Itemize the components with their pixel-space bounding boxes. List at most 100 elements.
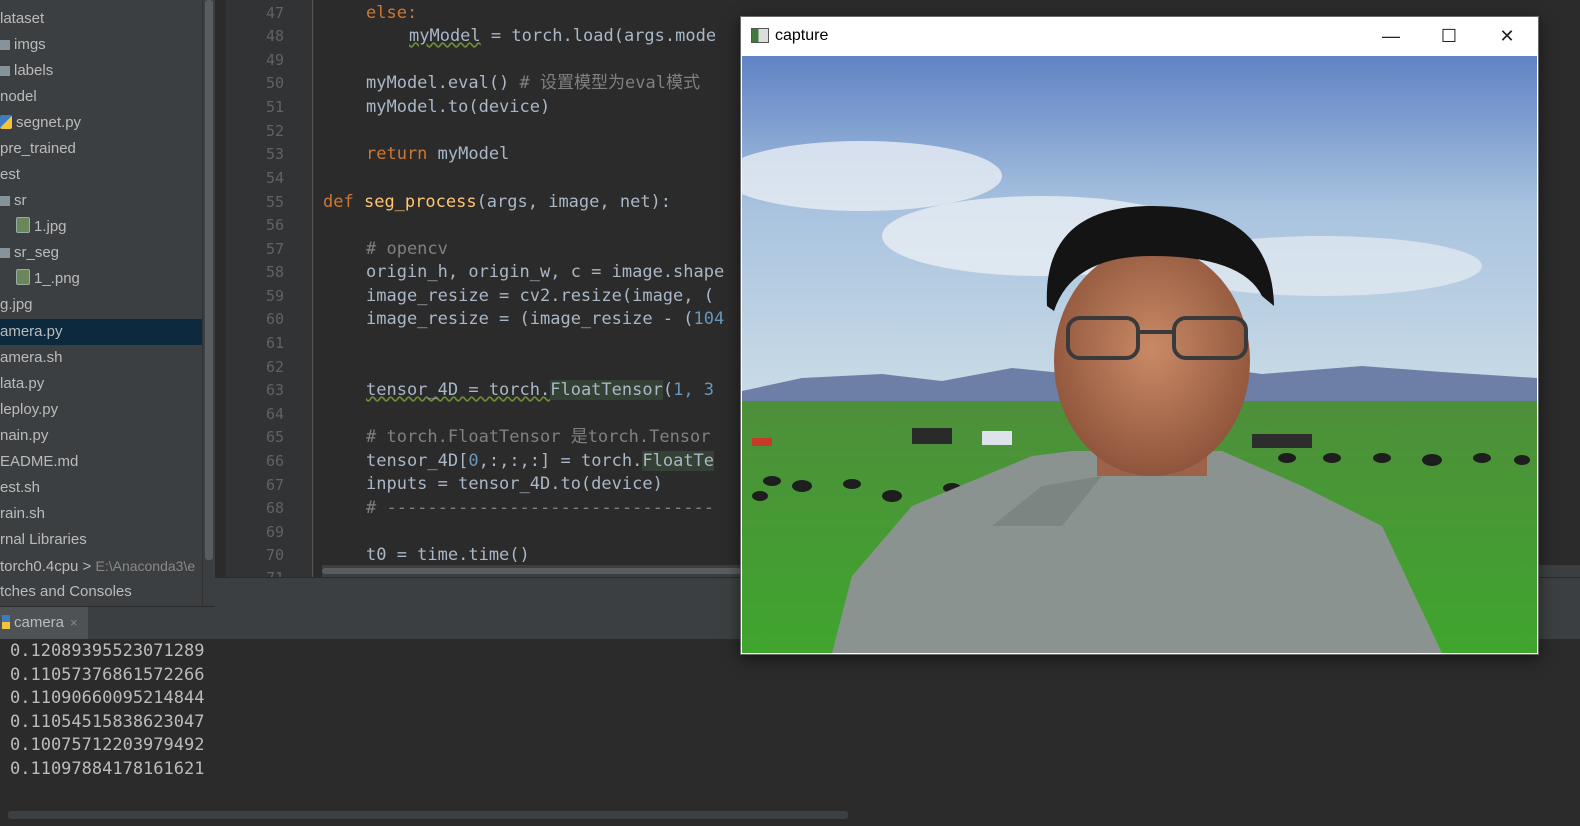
tree-item-1-png[interactable]: 1_.png: [16, 266, 80, 292]
python-file-icon: [0, 115, 12, 129]
capture-window[interactable]: capture — ☐ ✕: [740, 16, 1539, 655]
editor-scroll-thumb[interactable]: [322, 568, 742, 574]
close-tab-icon[interactable]: ×: [70, 615, 78, 630]
line-number: 70: [265, 546, 284, 564]
tree-item-main-py[interactable]: nain.py: [0, 423, 48, 449]
tree-item-scratches[interactable]: tches and Consoles: [0, 579, 132, 605]
line-number: 53: [265, 145, 284, 163]
close-button[interactable]: ✕: [1478, 17, 1536, 55]
window-title: capture: [775, 27, 829, 44]
code-line: inputs = tensor_4D.to(device): [366, 474, 663, 494]
minimize-button[interactable]: —: [1362, 17, 1420, 55]
code-line: tensor_4D = torch.FloatTensor(1, 3: [366, 380, 715, 400]
console-line: 0.11090660095214844: [10, 688, 205, 708]
tree-item-data-py[interactable]: lata.py: [0, 371, 44, 397]
tree-scrollbar[interactable]: [202, 0, 215, 606]
line-number: 62: [265, 358, 284, 376]
line-number: 59: [265, 287, 284, 305]
code-line: return myModel: [366, 144, 510, 164]
editor-gutter: 47 48 49 50 51 52 53 54 55 56 57 58 59 6…: [226, 0, 314, 587]
tree-item-test-sh[interactable]: est.sh: [0, 475, 40, 501]
line-number: 58: [265, 263, 284, 281]
tree-item-camera-sh[interactable]: amera.sh: [0, 345, 63, 371]
run-console[interactable]: 0.12089395523071289 0.11057376861572266 …: [0, 639, 1580, 826]
run-tab-camera[interactable]: camera ×: [0, 607, 88, 639]
console-scrollbar[interactable]: [8, 811, 848, 819]
tree-item-imgs[interactable]: imgs: [0, 32, 46, 58]
folder-icon: [0, 248, 10, 258]
tree-item-1-jpg[interactable]: 1.jpg: [16, 214, 67, 240]
tent: [1252, 434, 1312, 448]
camera-frame-image: [742, 56, 1537, 653]
code-line: def seg_process(args, image, net):: [323, 192, 672, 212]
line-number: 54: [265, 169, 284, 187]
line-number: 49: [265, 51, 284, 69]
capture-titlebar[interactable]: capture — ☐ ✕: [741, 17, 1538, 55]
python-icon: [2, 615, 10, 629]
line-number: 61: [265, 334, 284, 352]
line-number: 69: [265, 523, 284, 541]
code-line: t0 = time.time(): [366, 545, 530, 565]
tree-item-test[interactable]: est: [0, 162, 20, 188]
line-number: 47: [265, 4, 284, 22]
folder-icon: [0, 66, 10, 76]
flag: [752, 438, 772, 446]
console-line: 0.11054515838623047: [10, 712, 205, 732]
console-line: 0.11057376861572266: [10, 665, 205, 685]
tree-item-deploy-py[interactable]: leploy.py: [0, 397, 58, 423]
line-number: 68: [265, 499, 284, 517]
code-line: # opencv: [366, 239, 448, 259]
tree-item-model[interactable]: nodel: [0, 84, 37, 110]
tree-item-dataset[interactable]: lataset: [0, 6, 44, 32]
console-line: 0.11097884178161621: [10, 759, 205, 779]
tree-item-torch-env[interactable]: torch0.4cpu > E:\Anaconda3\e: [0, 553, 195, 579]
tree-item-camera-py[interactable]: amera.py: [0, 319, 215, 345]
code-line: # torch.FloatTensor 是torch.Tensor: [366, 427, 711, 447]
tree-item-train-sh[interactable]: rain.sh: [0, 501, 45, 527]
tree-item-sr-seg[interactable]: sr_seg: [0, 240, 59, 266]
folder-icon: [0, 40, 10, 50]
code-line: myModel = torch.load(args.mode: [409, 26, 717, 46]
line-number: 52: [265, 122, 284, 140]
tree-item-segnet-py[interactable]: segnet.py: [0, 110, 81, 136]
tree-item-sr[interactable]: sr: [0, 188, 27, 214]
project-tree: lataset imgs labels nodel segnet.py pre_…: [0, 0, 215, 606]
line-number: 50: [265, 74, 284, 92]
line-number: 65: [265, 428, 284, 446]
line-number: 64: [265, 405, 284, 423]
code-line: else:: [366, 3, 418, 23]
code-line: image_resize = (image_resize - (104: [366, 309, 725, 329]
line-number: 66: [265, 452, 284, 470]
image-file-icon: [16, 217, 30, 233]
folder-icon: [0, 196, 10, 206]
line-number: 56: [265, 216, 284, 234]
line-number: 55: [265, 193, 284, 211]
code-line: myModel.to(device): [366, 97, 551, 117]
line-number: 57: [265, 240, 284, 258]
window-app-icon: [751, 28, 769, 43]
line-number: 60: [265, 310, 284, 328]
console-line: 0.10075712203979492: [10, 735, 205, 755]
segmented-photo: [742, 56, 1537, 653]
line-number: 48: [265, 27, 284, 45]
tent: [982, 431, 1012, 445]
tree-item-labels[interactable]: labels: [0, 58, 53, 84]
line-number: 67: [265, 476, 284, 494]
tree-scroll-thumb[interactable]: [205, 0, 213, 560]
code-line: tensor_4D[0,:,:,:] = torch.FloatTe: [366, 451, 715, 471]
line-number: 63: [265, 381, 284, 399]
tent: [912, 428, 952, 444]
image-file-icon: [16, 269, 30, 285]
gutter-divider: [312, 0, 313, 577]
code-line: image_resize = cv2.resize(image, (: [366, 286, 714, 306]
tree-item-readme-md[interactable]: EADME.md: [0, 449, 78, 475]
code-line: myModel.eval() # 设置模型为eval模式: [366, 73, 700, 93]
tree-item-external-libraries[interactable]: rnal Libraries: [0, 527, 87, 553]
tree-item-bg-jpg[interactable]: g.jpg: [0, 292, 33, 318]
tree-item-pre-trained[interactable]: pre_trained: [0, 136, 76, 162]
person-face: [1054, 246, 1250, 476]
code-line: # --------------------------------: [366, 498, 714, 518]
code-line: origin_h, origin_w, c = image.shape: [366, 262, 725, 282]
line-number: 51: [265, 98, 284, 116]
maximize-button[interactable]: ☐: [1420, 17, 1478, 55]
